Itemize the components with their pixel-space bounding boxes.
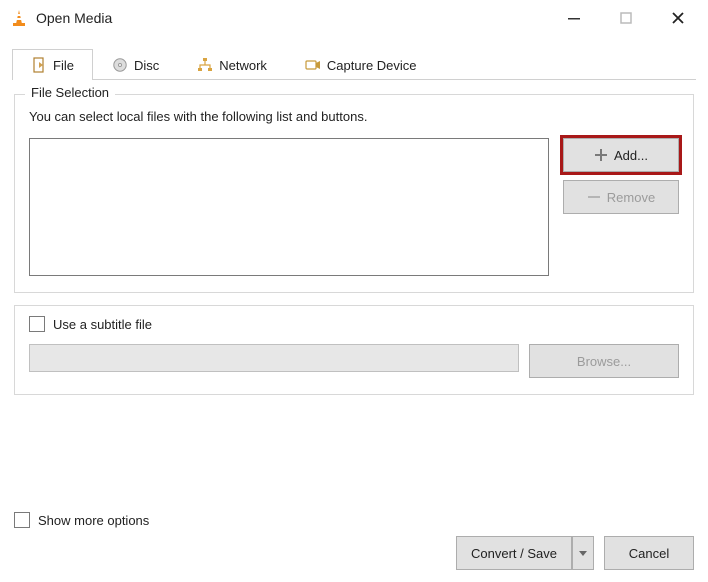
minimize-button[interactable] xyxy=(548,0,600,36)
capture-device-icon xyxy=(305,57,321,73)
file-selection-group: File Selection You can select local file… xyxy=(14,94,694,293)
add-file-label: Add... xyxy=(614,148,648,163)
show-more-label: Show more options xyxy=(38,513,149,528)
maximize-button[interactable] xyxy=(600,0,652,36)
tab-label: Network xyxy=(219,58,267,73)
tab-label: Capture Device xyxy=(327,58,417,73)
show-more-checkbox[interactable] xyxy=(14,512,30,528)
show-more-options[interactable]: Show more options xyxy=(14,512,149,528)
cancel-label: Cancel xyxy=(629,546,669,561)
file-list[interactable] xyxy=(29,138,549,276)
subtitle-checkbox-label: Use a subtitle file xyxy=(53,317,152,332)
remove-file-button[interactable]: Remove xyxy=(563,180,679,214)
titlebar: Open Media xyxy=(0,0,708,36)
plus-icon xyxy=(594,148,608,162)
minus-icon xyxy=(587,190,601,204)
network-icon xyxy=(197,57,213,73)
convert-save-splitbutton[interactable]: Convert / Save xyxy=(456,536,594,570)
disc-icon xyxy=(112,57,128,73)
close-button[interactable] xyxy=(652,0,704,36)
cancel-button[interactable]: Cancel xyxy=(604,536,694,570)
convert-save-button[interactable]: Convert / Save xyxy=(456,536,572,570)
file-selection-legend: File Selection xyxy=(25,85,115,100)
subtitle-path-field xyxy=(29,344,519,372)
browse-subtitle-button[interactable]: Browse... xyxy=(529,344,679,378)
open-media-tabs: File Disc Network Capture Device xyxy=(12,48,696,80)
tab-capture-device[interactable]: Capture Device xyxy=(286,49,436,80)
file-icon xyxy=(31,57,47,73)
convert-save-label: Convert / Save xyxy=(471,546,557,561)
remove-file-label: Remove xyxy=(607,190,655,205)
vlc-cone-icon xyxy=(10,9,28,27)
file-selection-help: You can select local files with the foll… xyxy=(29,109,679,124)
window-title: Open Media xyxy=(36,10,548,26)
tab-file[interactable]: File xyxy=(12,49,93,80)
subtitle-checkbox[interactable] xyxy=(29,316,45,332)
tab-label: Disc xyxy=(134,58,159,73)
tab-disc[interactable]: Disc xyxy=(93,49,178,80)
chevron-down-icon xyxy=(579,549,587,557)
subtitle-group: Use a subtitle file Browse... xyxy=(14,305,694,395)
tab-label: File xyxy=(53,58,74,73)
add-file-button[interactable]: Add... xyxy=(563,138,679,172)
browse-label: Browse... xyxy=(577,354,631,369)
convert-save-dropdown[interactable] xyxy=(572,536,594,570)
tab-network[interactable]: Network xyxy=(178,49,286,80)
